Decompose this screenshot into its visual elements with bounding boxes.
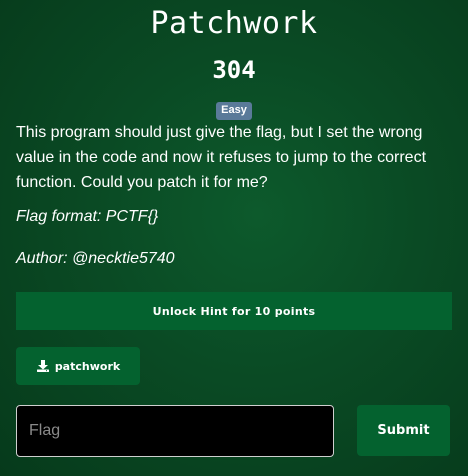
unlock-hint-button[interactable]: Unlock Hint for 10 points: [16, 292, 452, 330]
challenge-points: 304: [212, 56, 256, 84]
download-icon: [36, 359, 50, 373]
difficulty-badge-container: Easy: [0, 100, 468, 120]
submit-button[interactable]: Submit: [357, 405, 450, 456]
author-text: Author: @necktie5740: [16, 250, 175, 267]
submit-label: Submit: [377, 423, 430, 438]
flag-input[interactable]: [16, 405, 334, 457]
challenge-description: This program should just give the flag, …: [16, 124, 427, 191]
flag-format-text: Flag format: PCTF{}: [16, 208, 159, 225]
download-file-button[interactable]: patchwork: [16, 347, 140, 385]
difficulty-badge: Easy: [216, 102, 252, 120]
download-file-label: patchwork: [54, 359, 121, 373]
unlock-hint-label: Unlock Hint for 10 points: [152, 304, 316, 318]
challenge-title: Patchwork: [150, 6, 318, 41]
